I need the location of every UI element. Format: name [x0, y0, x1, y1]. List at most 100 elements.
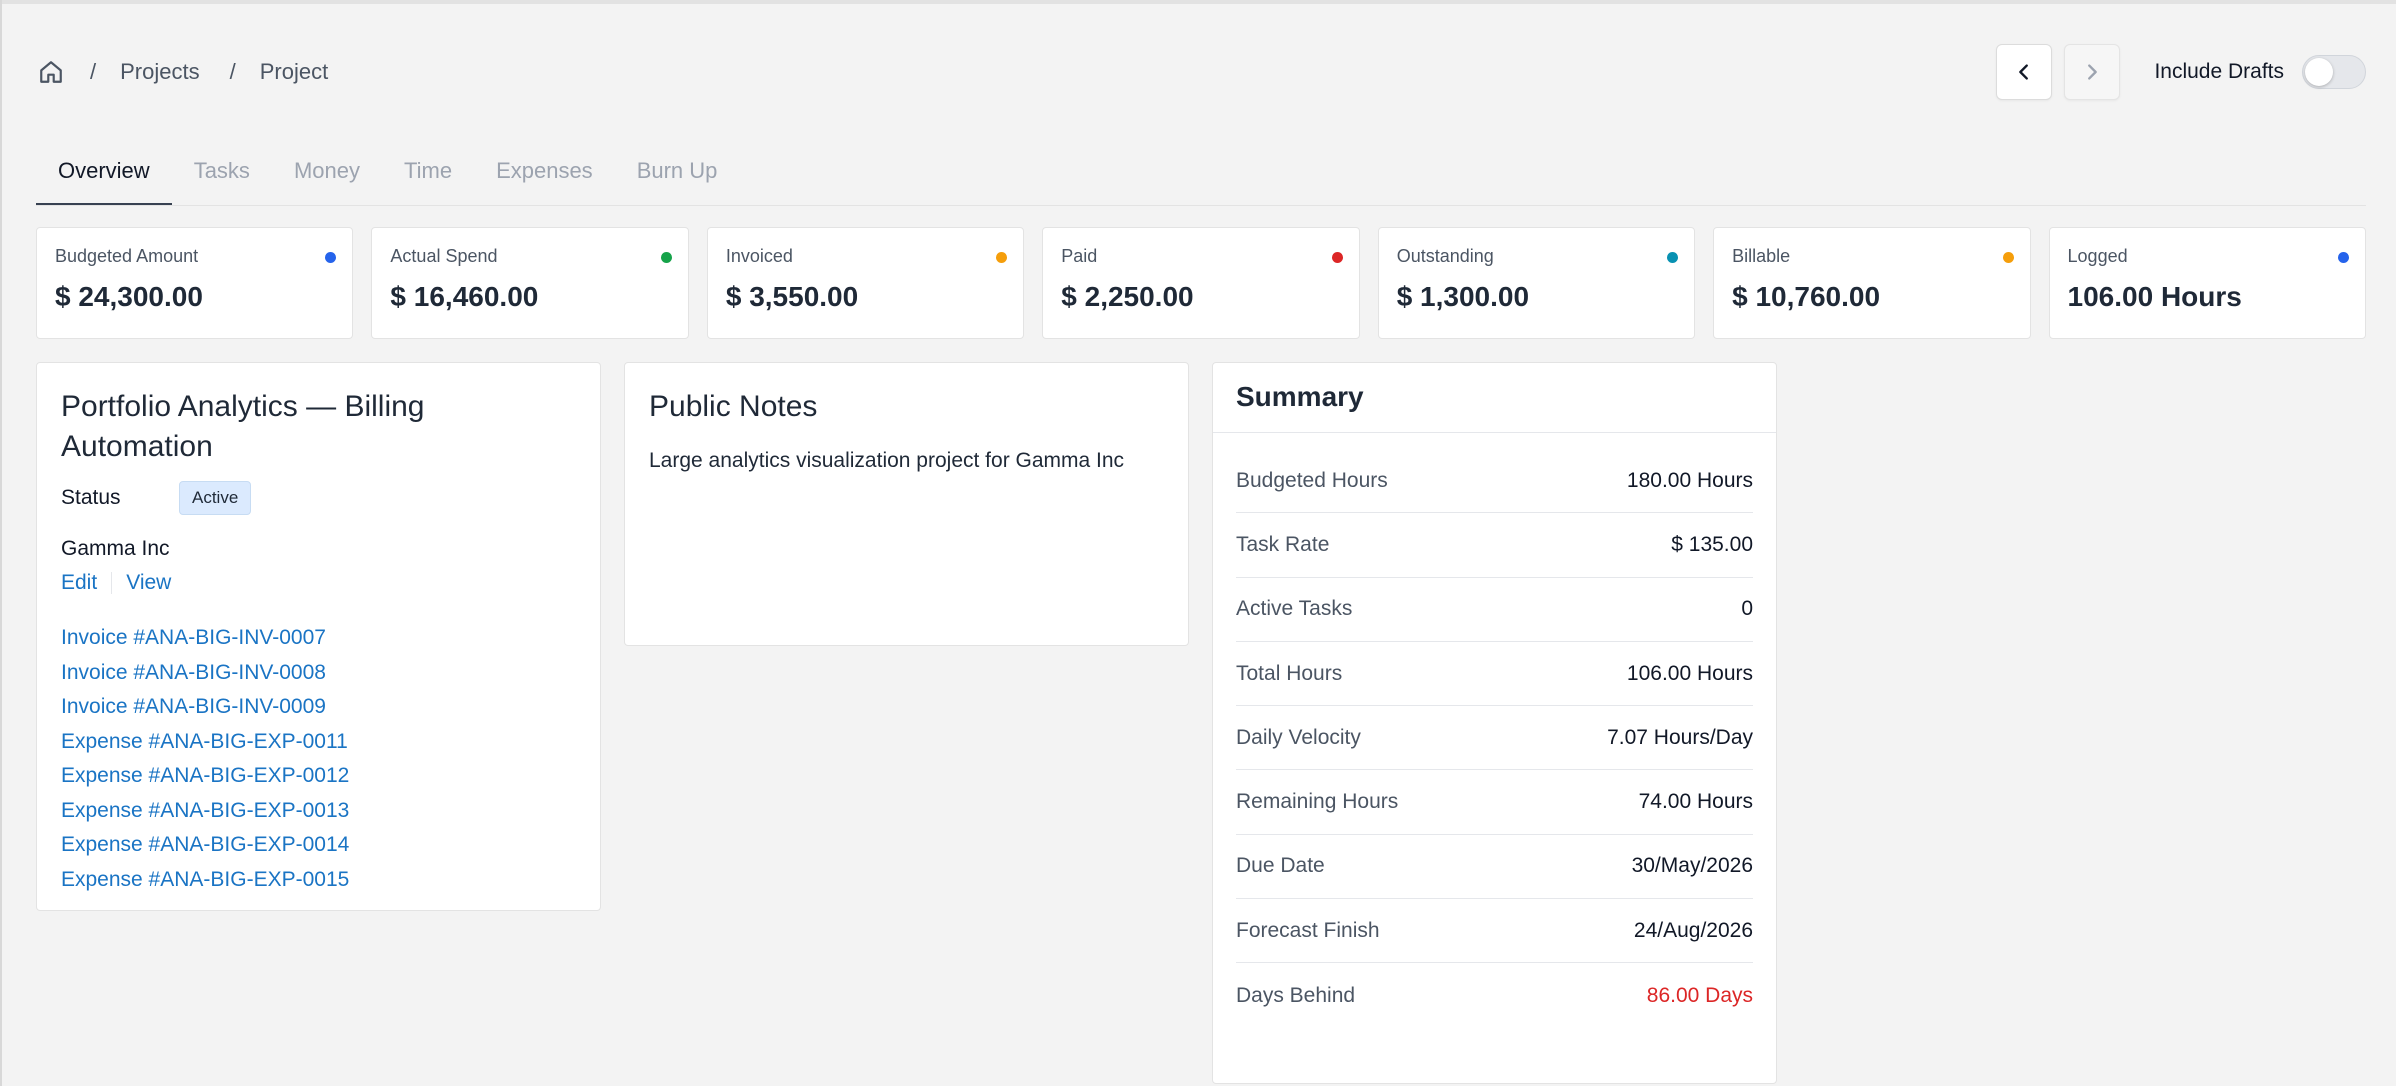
summary-key: Task Rate [1236, 532, 1330, 556]
tab-expenses[interactable]: Expenses [474, 146, 615, 205]
stat-label: Actual Spend [390, 246, 498, 266]
summary-row-total-hours: Total Hours 106.00 Hours [1236, 642, 1753, 707]
stat-value: $ 16,460.00 [390, 281, 539, 312]
stat-card-budgeted-amount: Budgeted Amount $ 24,300.00 [36, 227, 354, 339]
summary-key: Due Date [1236, 854, 1325, 878]
stat-label: Outstanding [1396, 246, 1494, 266]
summary-key: Active Tasks [1236, 597, 1353, 621]
client-name: Gamma Inc [61, 537, 170, 560]
summary-value: 74.00 Hours [1638, 790, 1753, 814]
summary-header: Summary [1213, 363, 1776, 433]
stat-label: Paid [1061, 246, 1098, 266]
breadcrumb-separator: / [229, 59, 236, 84]
summary-card: Summary Budgeted Hours 180.00 Hours Task… [1212, 362, 1777, 1084]
stat-card-outstanding: Outstanding $ 1,300.00 [1377, 227, 1696, 339]
summary-row-remaining-hours: Remaining Hours 74.00 Hours [1236, 770, 1753, 835]
page-header: / Projects / Project Include Drafts [36, 44, 2366, 100]
summary-value: $ 135.00 [1671, 532, 1753, 556]
notes-title: Public Notes [649, 390, 818, 423]
invoice-link[interactable]: Invoice #ANA-BIG-INV-0008 [61, 656, 576, 691]
stat-value: $ 1,300.00 [1396, 281, 1530, 312]
previous-button[interactable] [1996, 44, 2053, 100]
include-drafts-label: Include Drafts [2154, 60, 2284, 83]
status-label: Status [61, 486, 121, 509]
summary-value: 24/Aug/2026 [1633, 918, 1753, 942]
stat-label: Logged [2067, 246, 2128, 266]
summary-row-days-behind: Days Behind 86.00 Days [1236, 963, 1753, 1027]
project-card: Portfolio Analytics — Billing Automation… [36, 362, 601, 911]
expense-link[interactable]: Expense #ANA-BIG-EXP-0012 [61, 759, 576, 794]
summary-key: Remaining Hours [1236, 790, 1399, 814]
chevron-right-icon [2088, 64, 2098, 80]
notes-text: Large analytics visualization project fo… [649, 449, 1125, 472]
tab-bar: Overview Tasks Money Time Expenses Burn … [36, 146, 2366, 206]
stat-label: Billable [1732, 246, 1791, 266]
status-dot [1331, 252, 1343, 263]
summary-key: Daily Velocity [1236, 725, 1361, 749]
stat-value: $ 10,760.00 [1732, 281, 1881, 312]
invoice-link[interactable]: Invoice #ANA-BIG-INV-0009 [61, 690, 576, 725]
summary-list: Budgeted Hours 180.00 Hours Task Rate $ … [1213, 433, 1776, 1028]
summary-row-active-tasks: Active Tasks 0 [1236, 578, 1753, 642]
summary-row-task-rate: Task Rate $ 135.00 [1236, 513, 1753, 578]
summary-value: 180.00 Hours [1626, 468, 1753, 492]
tab-overview[interactable]: Overview [36, 146, 172, 205]
expense-link[interactable]: Expense #ANA-BIG-EXP-0014 [61, 828, 576, 863]
expense-link[interactable]: Expense #ANA-BIG-EXP-0013 [61, 794, 576, 829]
summary-value: 0 [1741, 597, 1753, 621]
summary-row-budgeted-hours: Budgeted Hours 180.00 Hours [1236, 449, 1753, 514]
left-border [0, 0, 2, 1086]
summary-value: 86.00 Days [1646, 983, 1753, 1007]
stats-row: Budgeted Amount $ 24,300.00 Actual Spend… [36, 227, 2366, 339]
public-notes-card: Public Notes Large analytics visualizati… [624, 362, 1189, 646]
breadcrumb-projects[interactable]: Projects [120, 59, 199, 85]
toggle-knob [2305, 58, 2333, 86]
summary-key: Total Hours [1236, 661, 1343, 685]
status-dot [2002, 252, 2014, 263]
stat-card-logged: Logged 106.00 Hours [2048, 227, 2366, 339]
edit-link[interactable]: Edit [61, 571, 97, 595]
stat-card-paid: Paid $ 2,250.00 [1042, 227, 1360, 339]
tab-tasks[interactable]: Tasks [172, 146, 272, 205]
stat-value: $ 2,250.00 [1061, 281, 1194, 312]
view-link[interactable]: View [126, 571, 171, 595]
stat-value: $ 3,550.00 [725, 281, 859, 312]
stat-card-invoiced: Invoiced $ 3,550.00 [706, 227, 1025, 339]
header-actions: Include Drafts [1996, 44, 2366, 100]
include-drafts-toggle[interactable] [2302, 55, 2366, 89]
summary-row-daily-velocity: Daily Velocity 7.07 Hours/Day [1236, 706, 1753, 771]
summary-value: 30/May/2026 [1631, 854, 1753, 878]
tab-time[interactable]: Time [382, 146, 474, 205]
top-border [0, 0, 2396, 4]
summary-row-due-date: Due Date 30/May/2026 [1236, 835, 1753, 900]
summary-value: 106.00 Hours [1626, 661, 1753, 685]
expense-link[interactable]: Expense #ANA-BIG-EXP-0015 [61, 863, 576, 898]
status-dot [996, 252, 1008, 263]
client-actions: Edit View [61, 571, 576, 595]
stat-value: $ 24,300.00 [55, 281, 203, 312]
tab-money[interactable]: Money [272, 146, 382, 205]
summary-title: Summary [1236, 381, 1364, 412]
divider [111, 572, 113, 594]
status-dot [1667, 252, 1679, 263]
document-links: Invoice #ANA-BIG-INV-0007 Invoice #ANA-B… [61, 621, 576, 897]
status-badge: Active [179, 481, 252, 515]
status-dot [325, 252, 337, 263]
breadcrumb-current: Project [259, 59, 329, 84]
summary-key: Days Behind [1236, 983, 1356, 1007]
summary-value: 7.07 Hours/Day [1607, 725, 1753, 749]
stat-card-actual-spend: Actual Spend $ 16,460.00 [371, 227, 689, 339]
tab-burn-up[interactable]: Burn Up [615, 146, 740, 205]
next-button[interactable] [2064, 44, 2121, 100]
summary-row-forecast-finish: Forecast Finish 24/Aug/2026 [1236, 899, 1753, 964]
expense-link[interactable]: Expense #ANA-BIG-EXP-0011 [61, 725, 576, 760]
invoice-link[interactable]: Invoice #ANA-BIG-INV-0007 [61, 621, 576, 656]
status-dot [660, 252, 672, 263]
stat-label: Invoiced [725, 246, 793, 266]
stat-card-billable: Billable $ 10,760.00 [1713, 227, 2031, 339]
summary-key: Forecast Finish [1236, 918, 1380, 942]
project-title: Portfolio Analytics — Billing Automation [61, 390, 425, 463]
breadcrumb: / Projects / Project [36, 46, 328, 98]
home-icon[interactable] [36, 57, 66, 87]
breadcrumb-separator: / [90, 59, 97, 84]
